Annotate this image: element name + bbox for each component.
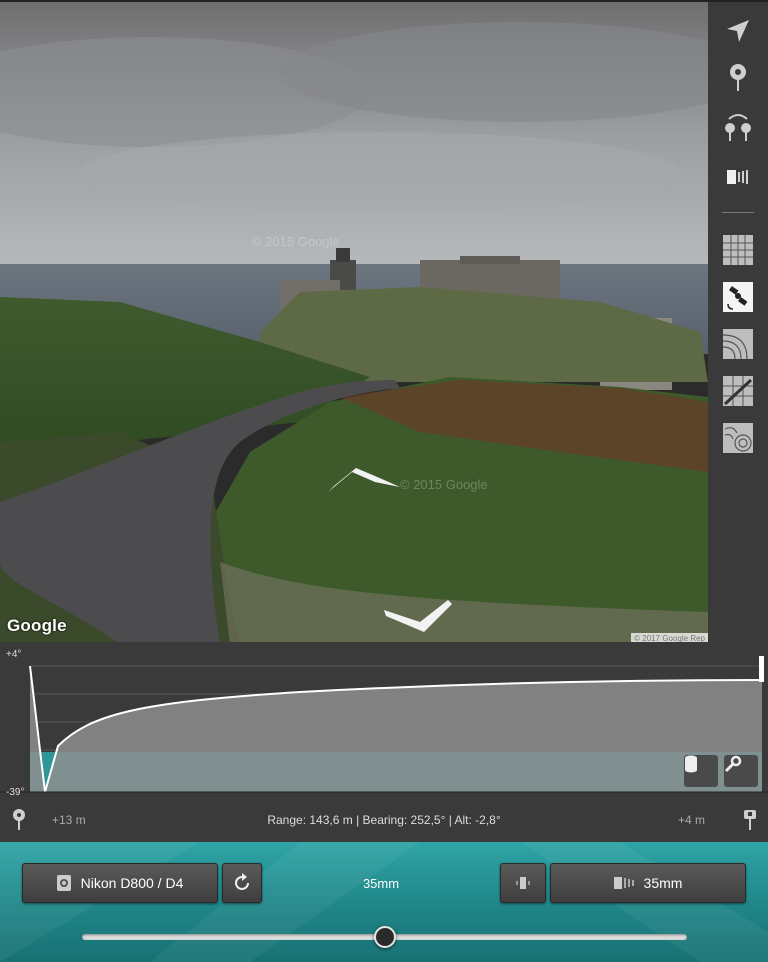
camera-lens-bar: Nikon D800 / D4 35mm 35mm [0,842,768,962]
cylinder-icon [685,755,697,773]
grid-overlay-icon[interactable] [721,233,755,267]
wrench-icon [724,755,742,773]
lens-label: 35mm [643,875,683,891]
lens-icon [613,877,634,889]
sidebar-divider [722,212,754,213]
top-angle-label: +4° [6,649,22,660]
map-pin-icon[interactable] [721,60,755,94]
elevation-profile[interactable]: +4° -39° +13 m Range: 143,6 m | Bearing:… [0,642,768,842]
terrain-area [30,666,762,792]
map-tools-sidebar [708,0,768,642]
end-pin-icon[interactable] [741,808,759,832]
range-bearing-readout: Range: 143,6 m | Bearing: 252,5° | Alt: … [267,813,501,827]
profile-chart [0,656,768,793]
watermark: © 2015 Google [252,234,340,249]
camera-label: Nikon D800 / D4 [80,875,184,891]
location-arrow-icon[interactable] [721,14,755,48]
rotate-button[interactable] [222,863,262,903]
copyright-text: © 2017 Google [634,634,689,642]
contour-icon[interactable] [721,327,755,361]
app-root: © 2015 Google © 2015 Google Google © 201… [0,0,768,962]
google-logo: Google [7,616,67,635]
terrain-grid-icon[interactable] [721,374,755,408]
focal-length-readout: 35mm [362,876,400,891]
satellite-icon[interactable] [721,280,755,314]
topo-map-icon[interactable] [721,421,755,455]
bottom-angle-label: -39° [6,787,25,798]
report-link[interactable]: Rep [690,634,705,642]
copyright-notice: © 2017 Google Rep [631,633,708,642]
street-view-panorama[interactable]: © 2015 Google © 2015 Google Google © 201… [0,0,708,642]
cylinder-button[interactable] [684,755,718,787]
camera-select-button[interactable]: Nikon D800 / D4 [22,863,218,903]
camera-frame-icon[interactable] [721,160,755,194]
lens-select-button[interactable]: 35mm [550,863,746,903]
camera-body-icon [56,875,71,891]
end-distance: +4 m [678,813,706,827]
street-view-image [0,2,708,642]
pins-swap-icon[interactable] [721,110,755,144]
settings-button[interactable] [724,755,758,787]
watermark: © 2015 Google [400,477,488,492]
lens-mode-button[interactable] [500,863,546,903]
target-marker [759,656,764,682]
slider-thumb[interactable] [374,926,396,948]
lens-frame-icon [516,877,530,889]
rotate-icon [235,873,249,890]
